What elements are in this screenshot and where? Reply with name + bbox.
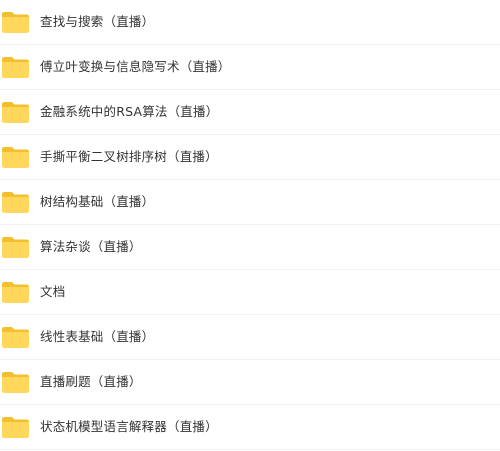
- folder-icon: [2, 147, 29, 168]
- folder-name: 线性表基础（直播）: [40, 329, 155, 344]
- folder-icon: [2, 12, 29, 33]
- folder-icon: [2, 372, 29, 393]
- folder-icon: [2, 57, 29, 78]
- file-list: 查找与搜索（直播） 傅立叶变换与信息隐写术（直播） 金融系统中的RSA算法（直播…: [0, 0, 500, 451]
- folder-name: 查找与搜索（直播）: [40, 14, 155, 29]
- folder-row[interactable]: 树结构基础（直播）: [0, 180, 500, 225]
- folder-row[interactable]: 直播刷题（直播）: [0, 360, 500, 405]
- folder-icon: [2, 327, 29, 348]
- folder-row[interactable]: 查找与搜索（直播）: [0, 0, 500, 45]
- folder-icon: [2, 102, 29, 123]
- folder-name: 算法杂谈（直播）: [40, 239, 142, 254]
- folder-icon: [2, 282, 29, 303]
- folder-name: 树结构基础（直播）: [40, 194, 155, 209]
- folder-icon: [2, 192, 29, 213]
- folder-row[interactable]: 傅立叶变换与信息隐写术（直播）: [0, 45, 500, 90]
- folder-name: 直播刷题（直播）: [40, 374, 142, 389]
- folder-name: 文档: [40, 284, 66, 299]
- folder-name: 手撕平衡二叉树排序树（直播）: [40, 149, 218, 164]
- folder-row[interactable]: 手撕平衡二叉树排序树（直播）: [0, 135, 500, 180]
- folder-row[interactable]: 线性表基础（直播）: [0, 315, 500, 360]
- folder-row[interactable]: 金融系统中的RSA算法（直播）: [0, 90, 500, 135]
- folder-name: 状态机模型语言解释器（直播）: [40, 419, 218, 434]
- folder-icon: [2, 237, 29, 258]
- folder-icon: [2, 417, 29, 438]
- folder-row[interactable]: 状态机模型语言解释器（直播）: [0, 405, 500, 450]
- folder-name: 金融系统中的RSA算法（直播）: [40, 104, 219, 119]
- folder-row[interactable]: 文档: [0, 270, 500, 315]
- folder-name: 傅立叶变换与信息隐写术（直播）: [40, 59, 231, 74]
- folder-row[interactable]: 算法杂谈（直播）: [0, 225, 500, 270]
